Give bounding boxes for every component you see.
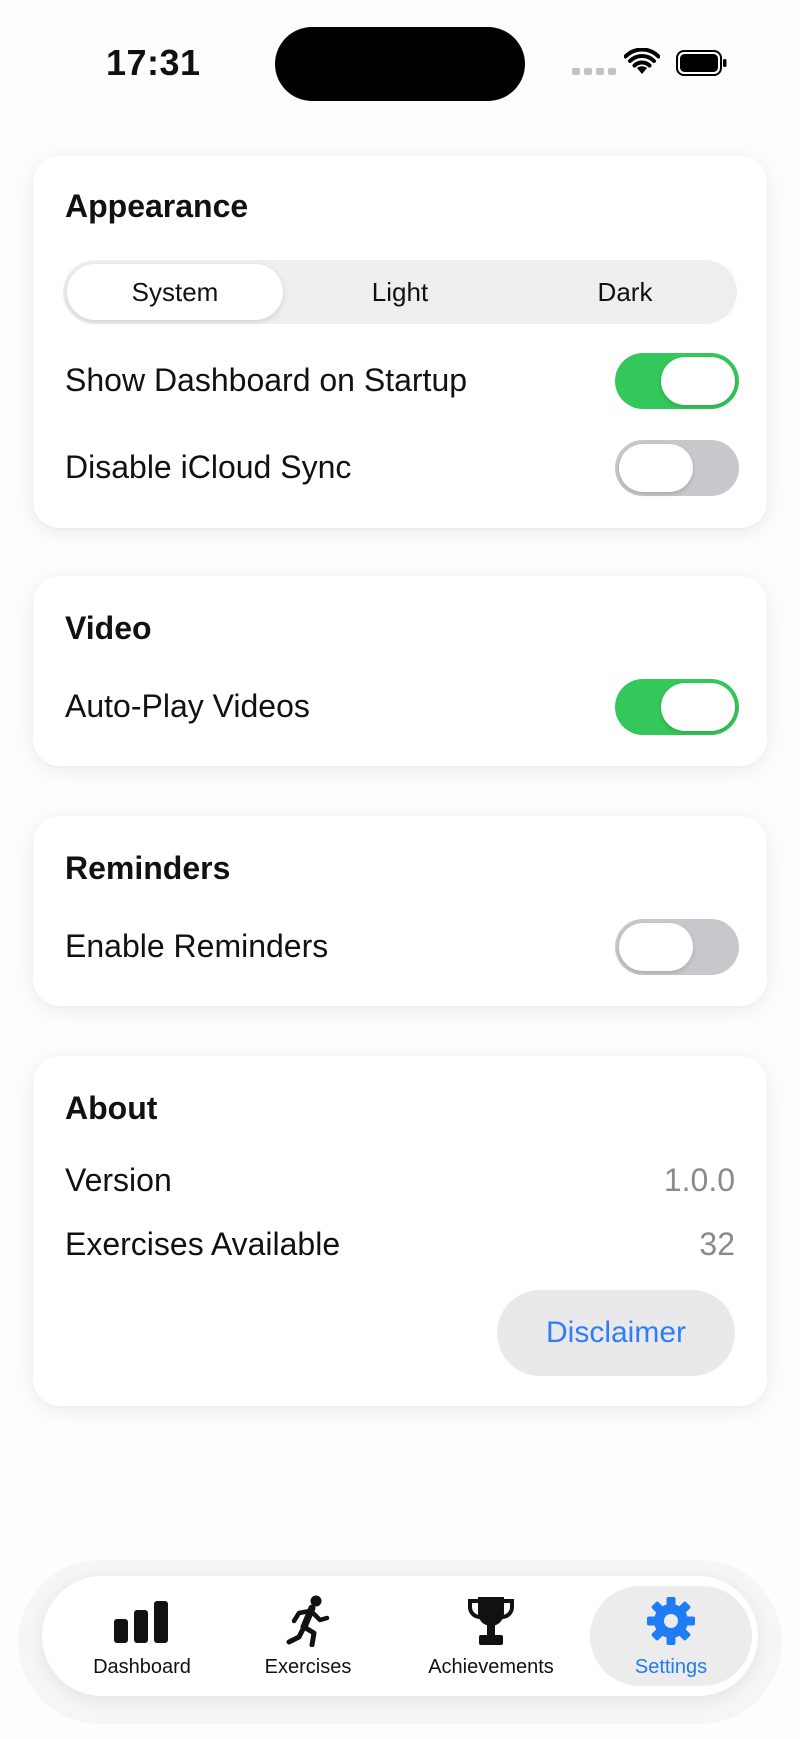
version-label: Version	[65, 1162, 172, 1198]
dynamic-island	[275, 27, 525, 101]
enable-reminders-label: Enable Reminders	[65, 928, 329, 964]
running-figure-icon	[286, 1592, 330, 1650]
appearance-segmented-control: System Light Dark	[63, 260, 737, 324]
exercises-available-label: Exercises Available	[65, 1226, 341, 1262]
show-dashboard-label: Show Dashboard on Startup	[65, 362, 468, 398]
version-value: 1.0.0	[663, 1162, 735, 1198]
tab-settings[interactable]: Settings	[590, 1586, 752, 1686]
about-title: About	[65, 1090, 158, 1126]
video-card: Video Auto-Play Videos	[33, 576, 767, 766]
tab-achievements-label: Achievements	[428, 1656, 554, 1678]
tab-exercises[interactable]: Exercises	[238, 1586, 378, 1686]
enable-reminders-toggle[interactable]	[615, 919, 739, 975]
disable-icloud-toggle[interactable]	[615, 440, 739, 496]
reminders-card: Reminders Enable Reminders	[33, 816, 767, 1006]
status-bar: 17:31	[0, 0, 800, 130]
appearance-title: Appearance	[65, 188, 249, 224]
segment-system[interactable]: System	[67, 264, 283, 320]
wifi-icon	[624, 48, 660, 74]
video-title: Video	[65, 610, 152, 646]
appearance-card: Appearance System Light Dark Show Dashbo…	[33, 156, 767, 528]
status-time: 17:31	[106, 42, 201, 83]
show-dashboard-toggle[interactable]	[615, 353, 739, 409]
segment-dark[interactable]: Dark	[517, 264, 733, 320]
autoplay-label: Auto-Play Videos	[65, 688, 310, 724]
about-card: About Version 1.0.0 Exercises Available …	[33, 1056, 767, 1406]
segment-light[interactable]: Light	[292, 264, 508, 320]
cellular-signal-icon	[572, 68, 616, 75]
tab-achievements[interactable]: Achievements	[406, 1586, 576, 1686]
trophy-icon	[466, 1592, 516, 1650]
tab-dashboard[interactable]: Dashboard	[62, 1586, 222, 1686]
disclaimer-button[interactable]: Disclaimer	[497, 1290, 735, 1376]
autoplay-toggle[interactable]	[615, 679, 739, 735]
reminders-title: Reminders	[65, 850, 231, 886]
tab-exercises-label: Exercises	[264, 1656, 352, 1678]
gear-icon	[645, 1592, 697, 1650]
battery-icon	[676, 50, 727, 76]
disable-icloud-label: Disable iCloud Sync	[65, 449, 352, 485]
tab-dashboard-label: Dashboard	[93, 1656, 191, 1678]
bar-chart-icon	[112, 1592, 172, 1650]
tab-settings-label: Settings	[634, 1656, 708, 1678]
exercises-available-value: 32	[699, 1226, 735, 1262]
